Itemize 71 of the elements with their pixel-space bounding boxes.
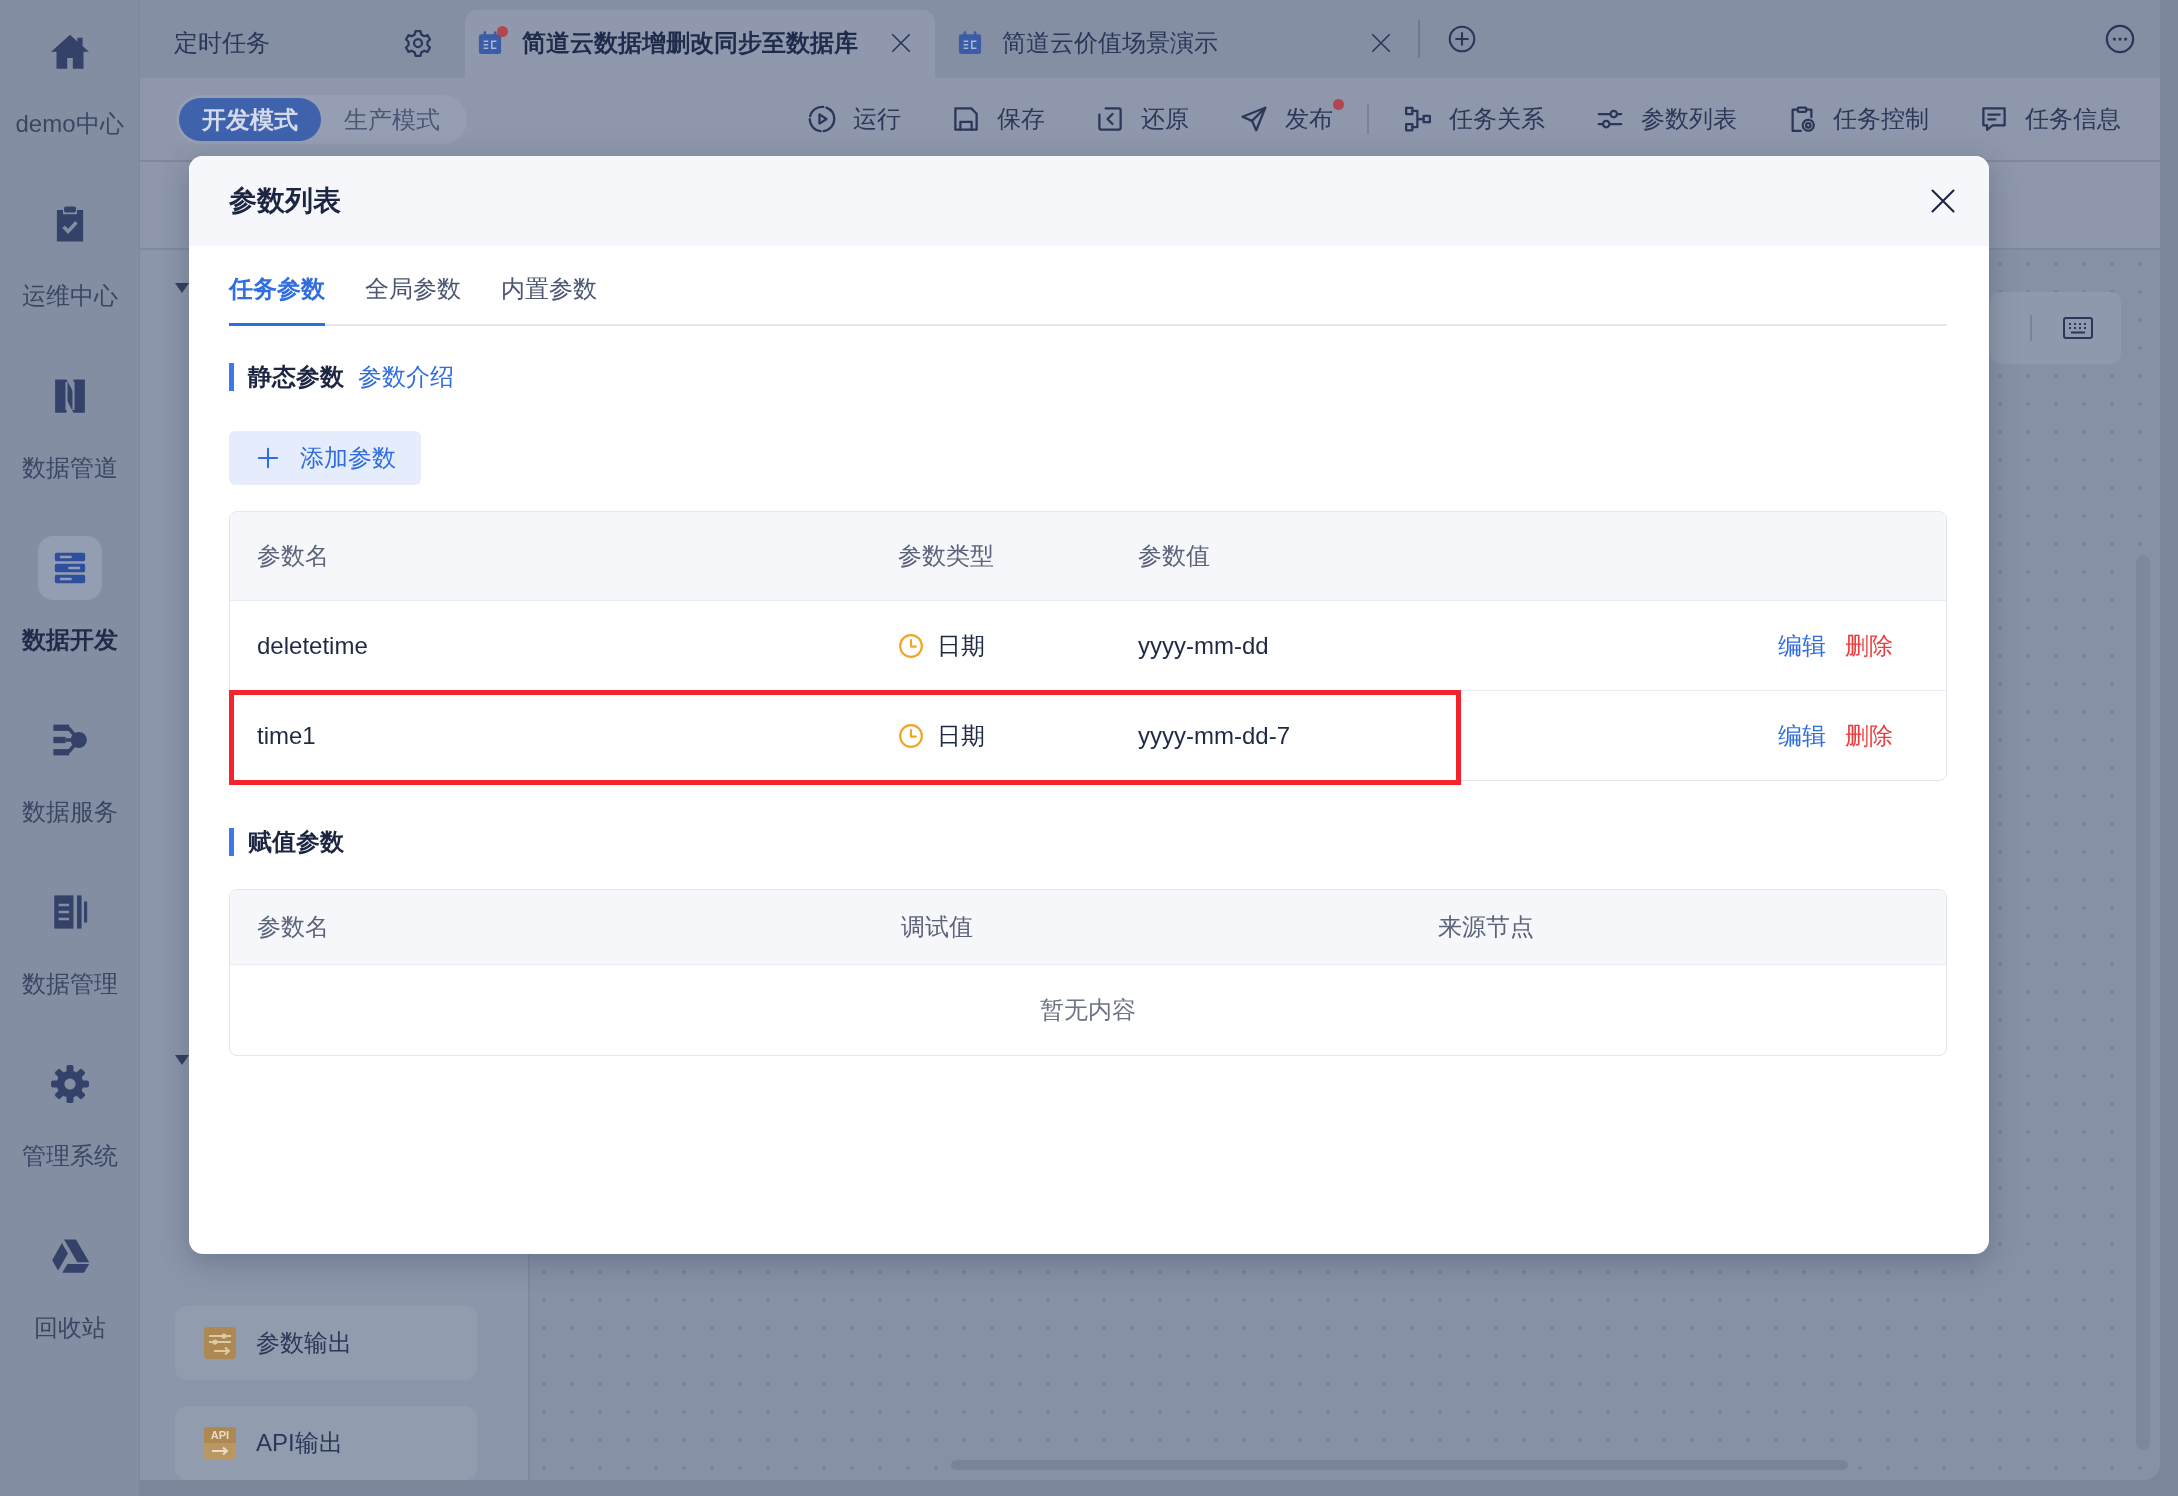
modal-title: 参数列表: [229, 184, 341, 218]
tab[interactable]: 全局参数: [365, 246, 461, 326]
toolbar-button[interactable]: 运行: [807, 104, 901, 134]
plus-circle-icon[interactable]: [1448, 25, 1476, 53]
section-title: 赋值参数: [229, 828, 344, 856]
toolbar-button[interactable]: 任务信息: [1979, 104, 2121, 134]
api-badge: API: [204, 1427, 236, 1443]
table-cell: time1: [257, 720, 316, 751]
mode-toggle[interactable]: 生产模式: [321, 97, 463, 141]
save-icon: [951, 104, 981, 134]
calendar-icon: [956, 29, 984, 57]
settings-icon: [48, 1063, 91, 1105]
tab[interactable]: 简道云价值场景演示: [945, 10, 1415, 78]
more-icon[interactable]: [2105, 24, 2135, 54]
column-header: 参数值: [1138, 541, 1210, 571]
column-header: 参数类型: [898, 541, 994, 571]
column-header: 调试值: [901, 912, 973, 942]
component-card[interactable]: 参数输出: [175, 1306, 477, 1380]
column-header: 参数名: [257, 541, 329, 571]
tab[interactable]: 简道云数据增删改同步至数据库: [465, 10, 935, 78]
flow-nodes-icon: [1403, 104, 1433, 134]
toolbar-button[interactable]: 任务控制: [1787, 104, 1929, 134]
arrow-tile-icon: [204, 1443, 236, 1459]
sliders-tile-icon: [204, 1327, 236, 1359]
calendar-icon: [476, 29, 504, 57]
empty-text: 暂无内容: [1040, 995, 1136, 1025]
section-title: 静态参数: [229, 363, 344, 391]
nav-item[interactable]: 数据开发: [0, 516, 139, 688]
tab[interactable]: 内置参数: [501, 246, 597, 326]
edit-link[interactable]: 编辑: [1778, 720, 1826, 751]
edit-link[interactable]: 编辑: [1778, 630, 1826, 661]
toolbar-button[interactable]: 保存: [951, 104, 1045, 134]
server-icon: [37, 536, 102, 600]
table-cell: yyyy-mm-dd: [1138, 630, 1269, 661]
nav-item[interactable]: 回收站: [0, 1204, 139, 1376]
component-card[interactable]: API API输出: [175, 1406, 477, 1480]
column-header: 来源节点: [1438, 912, 1534, 942]
nav-item[interactable]: 管理系统: [0, 1032, 139, 1204]
toolbar-button[interactable]: 任务关系: [1403, 104, 1545, 134]
send-icon: [1239, 104, 1269, 134]
toolbar-button[interactable]: 还原: [1095, 104, 1189, 134]
nav-item[interactable]: 运维中心: [0, 172, 139, 344]
tab[interactable]: 定时任务: [140, 10, 465, 78]
mode-toggle[interactable]: 开发模式: [179, 97, 321, 141]
message-icon: [1979, 104, 2009, 134]
clock-icon: [898, 722, 924, 749]
caret-icon[interactable]: [175, 283, 189, 293]
add-parameter-button[interactable]: 添加参数: [229, 431, 421, 485]
type-label: 日期: [937, 630, 985, 661]
delete-link[interactable]: 删除: [1845, 720, 1893, 751]
table-cell: deletetime: [257, 630, 368, 661]
nav-item[interactable]: 数据管道: [0, 344, 139, 516]
caret-icon[interactable]: [175, 1055, 189, 1065]
toolbar-button[interactable]: 参数列表: [1595, 104, 1737, 134]
nav-item[interactable]: 数据管理: [0, 860, 139, 1032]
toolbar-button[interactable]: 发布: [1239, 99, 1344, 139]
plus-icon: [257, 447, 279, 469]
delete-link[interactable]: 删除: [1845, 630, 1893, 661]
column-header: 参数名: [257, 912, 329, 942]
keyboard-icon[interactable]: [2063, 317, 2093, 339]
type-label: 日期: [937, 720, 985, 751]
nav-item[interactable]: 数据服务: [0, 688, 139, 860]
table-cell: yyyy-mm-dd-7: [1138, 720, 1290, 751]
play-icon: [807, 104, 837, 134]
help-link[interactable]: 参数介绍: [358, 362, 454, 392]
settings-icon[interactable]: [403, 28, 433, 58]
restore-icon: [1095, 104, 1125, 134]
close-icon[interactable]: [1929, 187, 1957, 215]
clock-icon: [898, 632, 924, 659]
nav-item[interactable]: demo中心: [0, 0, 139, 172]
tab[interactable]: 任务参数: [229, 246, 325, 326]
